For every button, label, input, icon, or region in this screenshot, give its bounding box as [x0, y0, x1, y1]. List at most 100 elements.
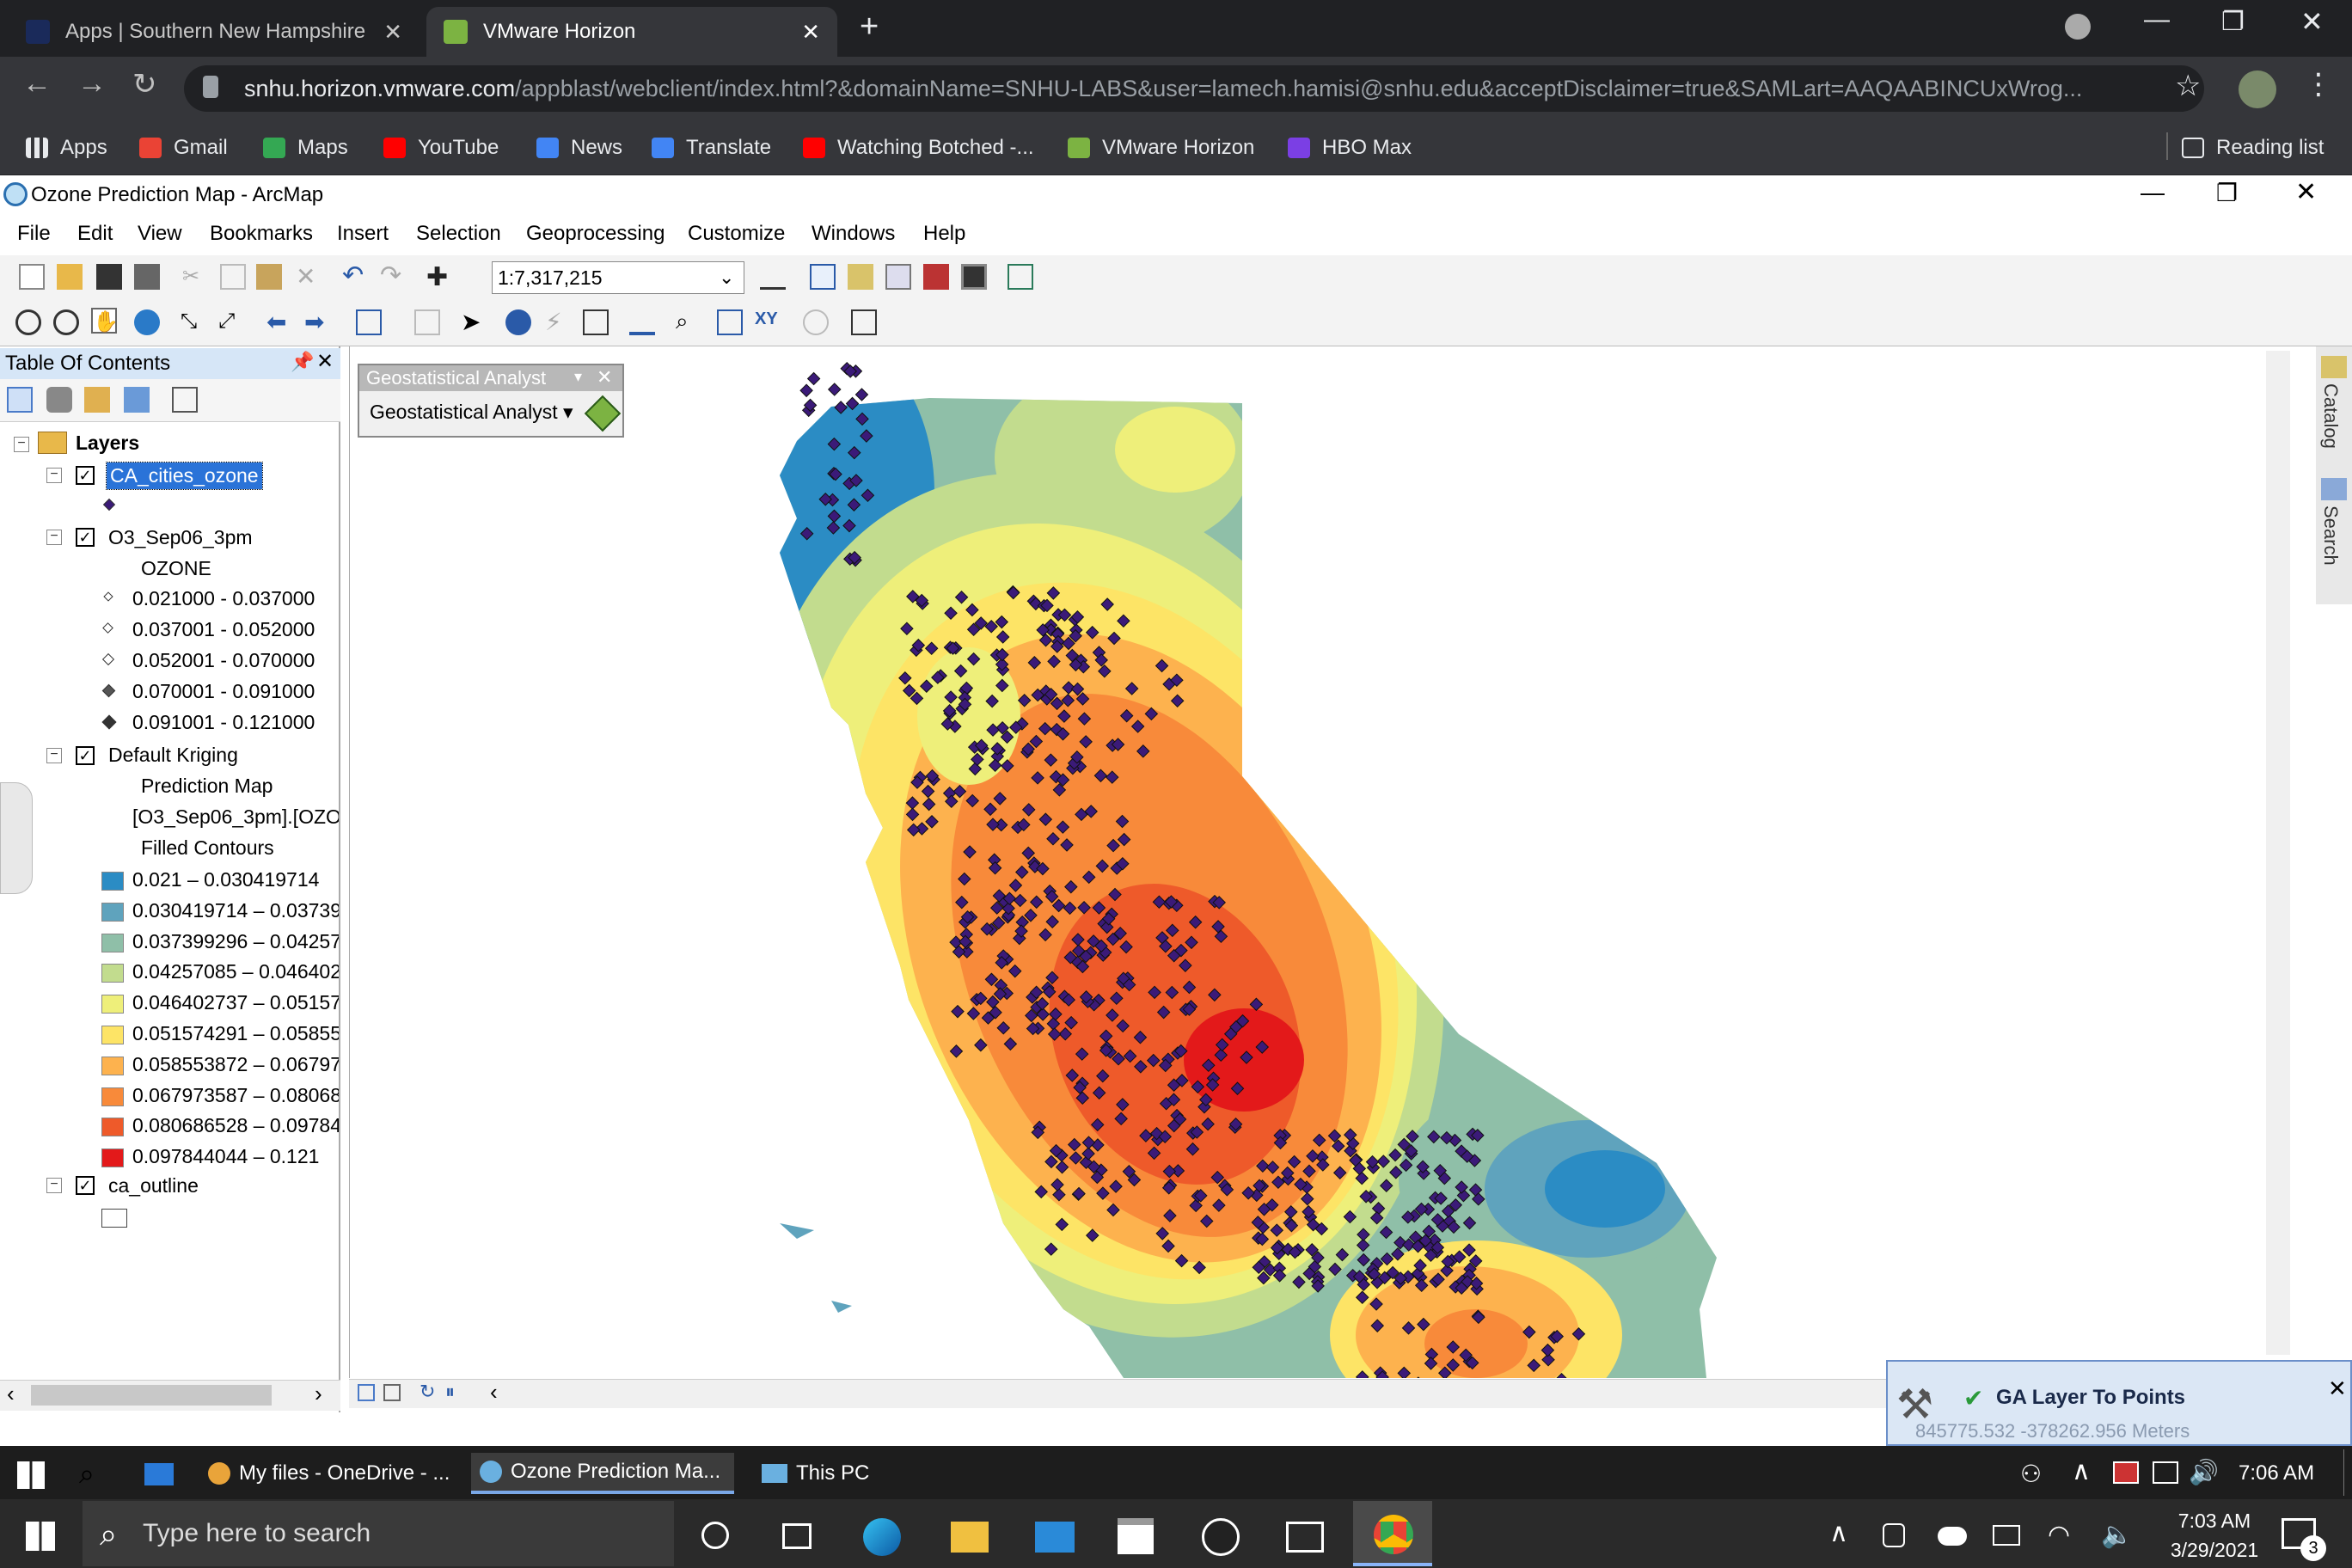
map-view[interactable]	[349, 346, 2283, 1464]
identify-icon[interactable]	[505, 309, 531, 335]
delete-icon[interactable]: ✕	[296, 262, 322, 290]
hyperlink-icon[interactable]: ⚡	[545, 308, 571, 335]
select-elements-icon[interactable]: ➤	[461, 308, 487, 335]
pin-icon[interactable]: 📌	[291, 351, 314, 373]
geostatistical-analyst-button[interactable]: Geostatistical Analyst ▾	[370, 401, 573, 424]
paste-icon[interactable]	[256, 264, 282, 290]
close-tab-icon[interactable]: ✕	[383, 19, 402, 46]
chevron-up-icon[interactable]: ∧	[2072, 1456, 2091, 1486]
system-clock[interactable]: 7:03 AM 3/29/2021	[2154, 1506, 2275, 1565]
file-explorer-icon[interactable]	[951, 1522, 989, 1553]
scroll-right-icon[interactable]: ›	[315, 1381, 322, 1407]
layers-root-label[interactable]: Layers	[76, 432, 139, 455]
menu-file[interactable]: File	[17, 222, 51, 246]
collapse-layer-icon[interactable]: −	[46, 748, 62, 763]
show-desktop[interactable]	[2343, 1449, 2349, 1496]
toc-close-icon[interactable]: ✕	[316, 349, 334, 374]
ga-toolbar-options-icon[interactable]: ▾	[574, 368, 582, 386]
bookmark-apps[interactable]: Apps	[26, 129, 107, 167]
minimize-window-icon[interactable]: —	[2144, 5, 2170, 34]
meet-now-icon[interactable]	[1883, 1523, 1905, 1547]
layer-o3-sep06-3pm[interactable]: O3_Sep06_3pm	[108, 526, 253, 549]
volume-icon[interactable]: 🔊	[2189, 1458, 2219, 1486]
find-icon[interactable]: ⌕	[676, 308, 701, 334]
windows-start-icon[interactable]	[26, 1522, 55, 1551]
mail-icon[interactable]	[1035, 1522, 1075, 1553]
taskbar-item-this-pc[interactable]: This PC	[753, 1453, 1011, 1494]
security-icon[interactable]	[2113, 1461, 2139, 1484]
windows-search-box[interactable]: Type here to search	[83, 1501, 674, 1566]
onedrive-icon[interactable]	[1938, 1527, 1967, 1546]
collapse-layer-icon[interactable]: −	[46, 530, 62, 545]
restore-window-icon[interactable]: ❐	[2221, 7, 2245, 37]
arcmap-minimize-icon[interactable]: —	[2141, 179, 2165, 206]
volume-muted-icon[interactable]: 🔈	[2101, 1520, 2133, 1550]
arctoolbox-icon[interactable]	[923, 264, 949, 290]
close-tab-icon[interactable]: ✕	[801, 19, 820, 46]
forward-icon[interactable]: →	[77, 67, 107, 101]
tab-search-icon[interactable]	[2065, 14, 2091, 40]
more-menu-icon[interactable]: ⋮	[2304, 67, 2333, 101]
catalog-side-tab[interactable]: Catalog	[2319, 383, 2342, 449]
print-icon[interactable]	[134, 264, 160, 290]
menu-help[interactable]: Help	[923, 222, 965, 246]
tab-apps-snhu[interactable]: Apps | Southern New Hampshire ✕	[9, 7, 420, 57]
layer-visibility-checkbox[interactable]: ✓	[76, 466, 95, 485]
go-to-xy-icon[interactable]: XY	[755, 309, 781, 335]
open-folder-icon[interactable]	[57, 264, 83, 290]
data-view-icon[interactable]	[358, 1384, 375, 1401]
notification-close-icon[interactable]: ✕	[2328, 1375, 2347, 1402]
back-icon[interactable]: ←	[22, 67, 52, 101]
taskbar-item-arcmap[interactable]: Ozone Prediction Ma...	[471, 1453, 734, 1494]
model-builder-icon[interactable]	[1008, 264, 1033, 290]
collapse-layer-icon[interactable]: −	[46, 1178, 62, 1193]
bookmark-news[interactable]: News	[536, 129, 622, 167]
scroll-left-icon[interactable]: ‹	[7, 1381, 15, 1407]
network-icon[interactable]	[2153, 1461, 2178, 1484]
taskbar-item-onedrive[interactable]: My files - OneDrive - ...	[199, 1453, 457, 1494]
back-extent-icon[interactable]: ⬅	[266, 308, 292, 335]
layer-ca-cities-ozone[interactable]: CA_cities_ozone	[106, 462, 263, 490]
menu-windows[interactable]: Windows	[812, 222, 895, 246]
collapse-layer-icon[interactable]: −	[46, 468, 62, 483]
map-scroll-left-icon[interactable]: ‹	[490, 1379, 498, 1406]
collapse-layers-icon[interactable]: −	[14, 437, 29, 452]
new-document-icon[interactable]	[19, 264, 45, 290]
layer-visibility-checkbox[interactable]: ✓	[76, 746, 95, 765]
zoom-in-icon[interactable]	[15, 309, 41, 335]
reload-icon[interactable]: ↻	[132, 67, 157, 101]
toc-options-icon[interactable]	[172, 387, 198, 413]
store-icon[interactable]	[1118, 1518, 1154, 1554]
menu-bookmarks[interactable]: Bookmarks	[210, 222, 313, 246]
arcmap-close-icon[interactable]: ✕	[2295, 177, 2317, 207]
save-icon[interactable]	[96, 264, 122, 290]
menu-geoprocessing[interactable]: Geoprocessing	[526, 222, 665, 246]
new-tab-icon[interactable]: +	[860, 9, 879, 46]
bookmark-star-icon[interactable]: ☆	[2175, 69, 2201, 103]
list-by-visibility-icon[interactable]	[84, 387, 110, 413]
layer-ca-outline[interactable]: ca_outline	[108, 1174, 199, 1197]
copy-icon[interactable]	[220, 264, 246, 290]
menu-view[interactable]: View	[138, 222, 182, 246]
search-side-tab[interactable]: Search	[2319, 505, 2342, 566]
editor-toolbar-icon[interactable]	[760, 264, 786, 290]
bookmark-youtube[interactable]: YouTube	[383, 129, 499, 167]
search-window-icon[interactable]	[885, 264, 911, 290]
refresh-view-icon[interactable]: ↻	[420, 1381, 435, 1403]
python-window-icon[interactable]	[961, 264, 987, 290]
add-data-icon[interactable]: ✚	[426, 262, 452, 291]
measure-icon[interactable]	[629, 309, 655, 335]
chevron-down-icon[interactable]: ⌄	[719, 266, 734, 289]
menu-edit[interactable]: Edit	[77, 222, 113, 246]
layer-visibility-checkbox[interactable]: ✓	[76, 528, 95, 547]
layer-default-kriging[interactable]: Default Kriging	[108, 744, 238, 767]
list-by-source-icon[interactable]	[46, 387, 72, 413]
arcmap-restore-icon[interactable]: ❐	[2216, 179, 2238, 207]
map-scale-combo[interactable]: 1:7,317,215	[492, 261, 744, 294]
time-slider-icon[interactable]	[803, 309, 829, 335]
search-icon[interactable]: ⌕	[79, 1458, 95, 1491]
clear-selection-icon[interactable]	[414, 309, 440, 335]
start-icon[interactable]	[17, 1461, 45, 1489]
ga-toolbar-close-icon[interactable]: ✕	[597, 366, 612, 389]
lock-icon[interactable]	[203, 76, 218, 98]
